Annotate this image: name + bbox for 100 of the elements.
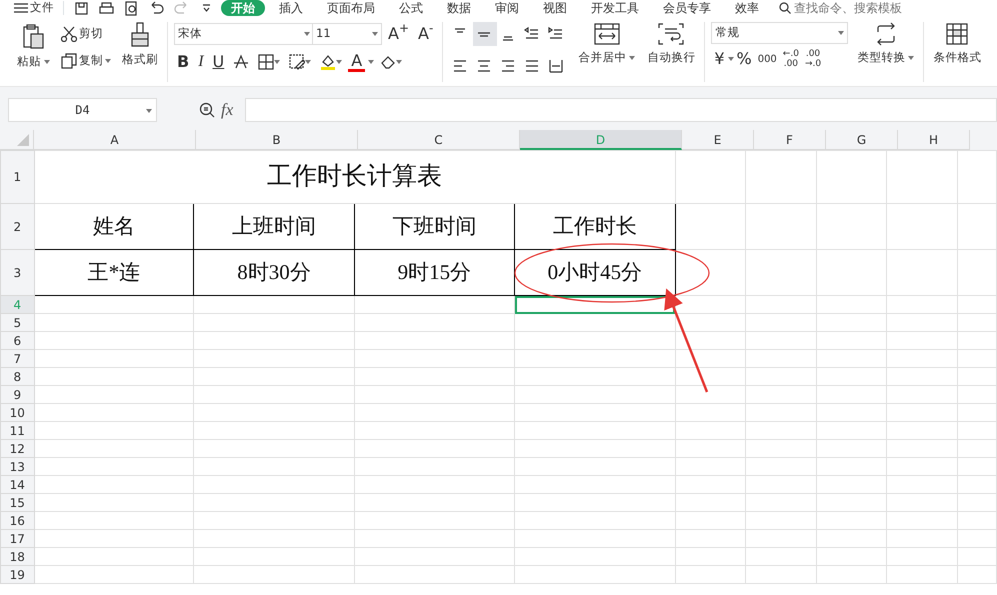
row-header[interactable]: 14 (0, 476, 34, 494)
underline-button[interactable]: U (210, 50, 228, 74)
search-field[interactable]: 查找命令、搜索模板 (794, 0, 924, 17)
convert-type-button[interactable]: 类型转换 (854, 22, 918, 82)
column-header[interactable]: B (196, 130, 358, 150)
paste-button[interactable]: 粘贴 (14, 24, 53, 82)
row-header[interactable]: 18 (0, 548, 34, 566)
copy-button[interactable]: 复制 (59, 49, 113, 73)
row-header[interactable]: 8 (0, 368, 34, 386)
ribbon-tab[interactable]: 插入 (269, 0, 313, 16)
formula-input[interactable] (245, 98, 997, 122)
dropdown-caret-icon (368, 60, 374, 64)
formula-label: fx (221, 99, 234, 121)
cell-style-icon[interactable] (289, 54, 306, 70)
print-icon[interactable] (99, 0, 114, 16)
font-color-button[interactable]: A (348, 52, 366, 72)
grid-table-icon (945, 22, 970, 46)
ribbon-tab[interactable]: 页面布局 (317, 0, 385, 16)
currency-button[interactable]: ¥ (711, 47, 728, 71)
zoom-icon[interactable] (199, 102, 215, 118)
eraser-icon[interactable] (380, 54, 396, 70)
column-header[interactable]: H (898, 130, 970, 150)
conditional-format-button[interactable]: 条件格式 (930, 22, 984, 82)
row-header[interactable]: 13 (0, 458, 34, 476)
table-cell: 下班时间 (354, 204, 515, 250)
dropdown-caret-icon (44, 60, 50, 64)
scissors-icon (61, 26, 77, 42)
name-box[interactable]: D4 (8, 98, 157, 122)
selected-cell[interactable] (514, 296, 676, 314)
row-header[interactable]: 19 (0, 566, 34, 584)
ribbon-tab[interactable]: 视图 (533, 0, 577, 16)
align-right-icon[interactable] (500, 58, 516, 74)
column-header[interactable]: E (682, 130, 754, 150)
wrap-text-button[interactable]: 自动换行 (644, 22, 698, 82)
ribbon-tab[interactable]: 公式 (389, 0, 433, 16)
dropdown-caret-icon (305, 60, 312, 64)
column-header[interactable]: C (358, 130, 520, 150)
increase-decimal-button[interactable]: ←.0 .00 (780, 47, 802, 71)
grow-font-button[interactable]: A$^{+}$ (385, 22, 412, 46)
table-cell: 王*连 (34, 250, 194, 296)
fill-color-icon[interactable] (320, 54, 336, 70)
number-format-dropdown[interactable]: 常规 (711, 22, 848, 44)
distribute-icon[interactable] (548, 58, 564, 74)
italic-button[interactable]: I (195, 50, 207, 74)
justify-icon[interactable] (524, 58, 540, 74)
shrink-font-button[interactable]: A$^{-}$ (415, 22, 436, 46)
bold-button[interactable]: B (174, 50, 192, 74)
table-cell: 上班时间 (194, 204, 354, 250)
row-header[interactable]: 11 (0, 422, 34, 440)
align-center-icon[interactable] (476, 58, 492, 74)
brush-icon (130, 22, 150, 48)
dropdown-caret-icon (372, 32, 378, 36)
decrease-decimal-button[interactable]: .00 →.0 (802, 47, 824, 71)
dropdown-caret-icon (105, 59, 111, 63)
print-preview-icon[interactable] (124, 0, 139, 16)
row-header[interactable]: 12 (0, 440, 34, 458)
row-header[interactable]: 10 (0, 404, 34, 422)
format-painter-button[interactable]: 格式刷 (119, 22, 161, 82)
column-header[interactable]: G (826, 130, 898, 150)
merge-cells-icon (594, 22, 620, 46)
dropdown-caret-icon (304, 32, 310, 36)
dropdown-caret-icon (838, 31, 844, 35)
clipboard-icon (22, 24, 44, 50)
save-icon[interactable] (74, 0, 89, 16)
row-header[interactable]: 1 (0, 150, 34, 204)
row-header[interactable]: 16 (0, 512, 34, 530)
row-header[interactable]: 17 (0, 530, 34, 548)
table-cell: 姓名 (34, 204, 194, 250)
ribbon-tab[interactable]: 数据 (437, 0, 481, 16)
dropdown-caret-icon (908, 56, 914, 60)
file-menu-button[interactable]: 文件 (12, 0, 56, 20)
row-header[interactable]: 6 (0, 332, 34, 350)
ribbon-tab[interactable]: 开发工具 (581, 0, 649, 16)
align-left-icon[interactable] (452, 58, 468, 74)
merge-center-button[interactable]: 合并居中 (575, 22, 638, 82)
table-cell: 工作时长 (514, 204, 676, 250)
thousands-separator-button[interactable]: 000 (754, 47, 780, 71)
row-header[interactable]: 5 (0, 314, 34, 332)
menu-icon (14, 3, 28, 13)
row-header[interactable]: 2 (0, 204, 34, 250)
dropdown-caret-icon (146, 108, 152, 113)
search-icon (779, 2, 791, 14)
percent-button[interactable]: % (734, 47, 755, 71)
ribbon-tab[interactable]: 效率 (725, 0, 769, 16)
strikethrough-icon[interactable] (233, 54, 250, 70)
cut-button[interactable]: 剪切 (59, 22, 113, 46)
column-header[interactable]: A (34, 130, 196, 150)
copy-icon (61, 53, 77, 69)
font-name-dropdown[interactable]: 宋体 (174, 23, 314, 45)
table-cell: 8时30分 (194, 250, 354, 296)
row-header[interactable]: 9 (0, 386, 34, 404)
row-header[interactable]: 15 (0, 494, 34, 512)
row-header[interactable]: 3 (0, 250, 34, 296)
column-header[interactable]: F (754, 130, 826, 150)
ribbon-tab[interactable]: 审阅 (485, 0, 529, 16)
font-size-dropdown[interactable]: 11 (312, 23, 382, 45)
borders-icon[interactable] (258, 54, 274, 70)
undo-icon[interactable] (149, 0, 164, 16)
row-header[interactable]: 7 (0, 350, 34, 368)
ribbon-tab[interactable]: 会员专享 (653, 0, 721, 16)
